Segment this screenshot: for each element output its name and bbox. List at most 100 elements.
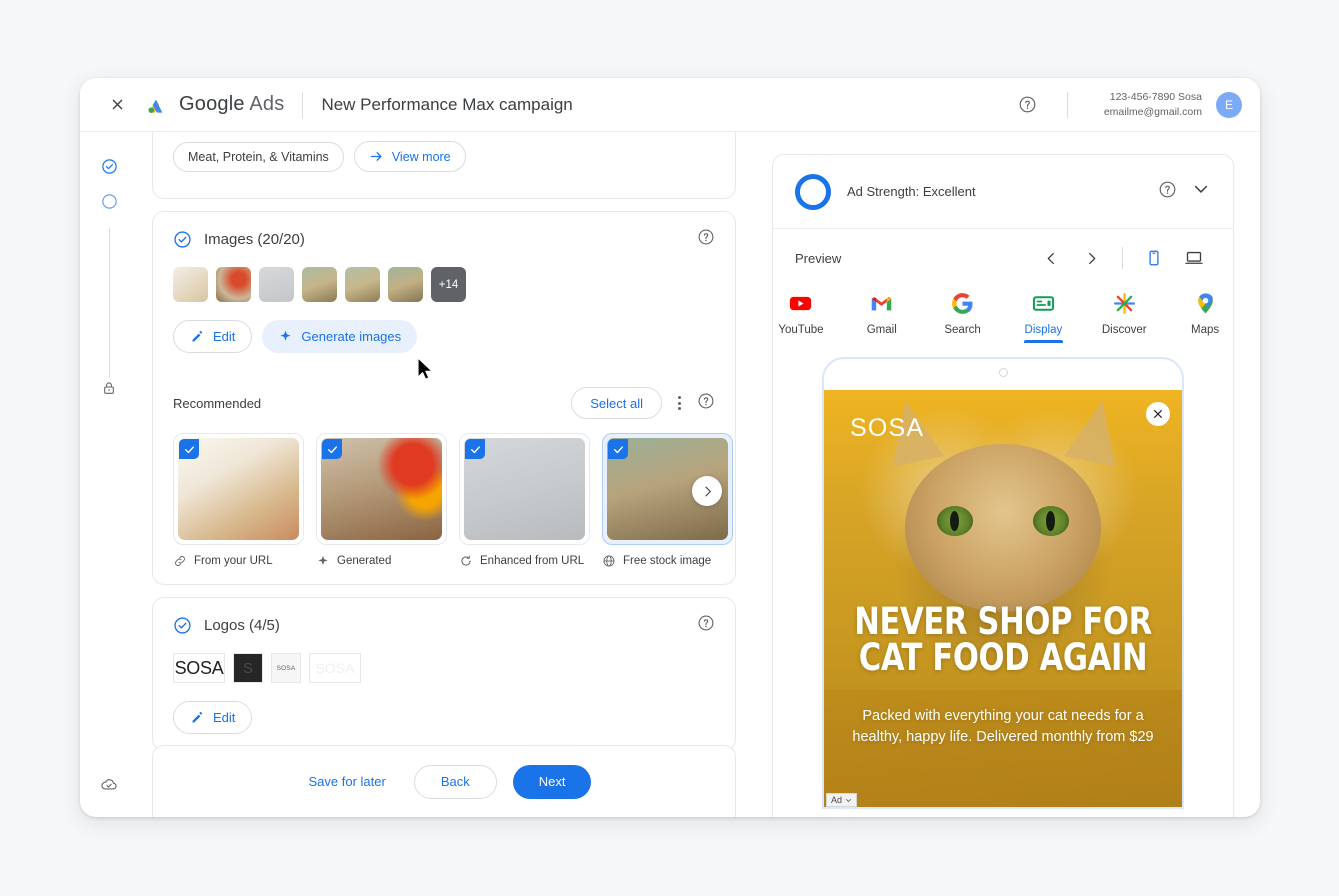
tab-gmail[interactable]: Gmail bbox=[854, 291, 910, 343]
chevron-right-icon bbox=[704, 486, 711, 496]
edit-images-label: Edit bbox=[213, 329, 236, 344]
preview-controls-row: Preview bbox=[773, 229, 1233, 287]
edit-images-button[interactable]: Edit bbox=[173, 320, 253, 353]
images-actions: Edit Generate images bbox=[173, 320, 715, 353]
link-icon bbox=[175, 556, 185, 566]
generate-images-button[interactable]: Generate images bbox=[262, 320, 418, 353]
preview-prev-button[interactable] bbox=[1034, 241, 1068, 275]
logos-title: Logos (4/5) bbox=[204, 617, 280, 634]
recommended-checkbox-0[interactable] bbox=[179, 439, 199, 459]
account-email: emailme@gmail.com bbox=[1103, 105, 1202, 118]
thumb-cat-bowl-1[interactable] bbox=[302, 267, 337, 302]
edit-logos-button[interactable]: Edit bbox=[173, 701, 253, 734]
ad-badge-label: Ad bbox=[831, 795, 843, 805]
google-g-icon bbox=[952, 293, 973, 314]
close-button[interactable] bbox=[100, 88, 134, 122]
recommended-checkbox-2[interactable] bbox=[465, 439, 485, 459]
thumb-cat-bowl-3[interactable] bbox=[388, 267, 423, 302]
save-for-later-button[interactable]: Save for later bbox=[297, 774, 398, 789]
recommended-card-2[interactable]: Enhanced from URL bbox=[459, 433, 590, 568]
help-circle-icon bbox=[698, 615, 714, 631]
circle-outline-icon bbox=[101, 194, 117, 209]
footer-action-bar: Save for later Back Next bbox=[152, 745, 736, 817]
cloud-done-icon bbox=[101, 779, 117, 790]
recommended-checkbox-3[interactable] bbox=[608, 439, 628, 459]
recommended-caption-3: Free stock image bbox=[602, 554, 733, 568]
discover-icon bbox=[1113, 292, 1135, 315]
images-help-button[interactable] bbox=[697, 228, 715, 251]
audience-card-partial: Meat, Protein, & Vitamins View more bbox=[152, 132, 736, 199]
recommended-thumb-1[interactable] bbox=[316, 433, 447, 545]
recommended-caption-text-3: Free stock image bbox=[623, 555, 712, 567]
chevron-down-icon bbox=[1194, 185, 1208, 193]
tab-youtube[interactable]: YouTube bbox=[773, 291, 829, 343]
view-more-button[interactable]: View more bbox=[353, 141, 466, 172]
recommended-help-button[interactable] bbox=[697, 392, 715, 415]
ad-strength-actions bbox=[1158, 179, 1211, 204]
recommended-caption-text-1: Generated bbox=[337, 555, 392, 567]
more-vert-icon[interactable] bbox=[672, 390, 687, 416]
step-current[interactable] bbox=[80, 193, 138, 210]
main-content: Meat, Protein, & Vitamins View more Imag… bbox=[138, 132, 1260, 817]
step-completed[interactable] bbox=[80, 158, 138, 175]
ad-disclosure-badge[interactable]: Ad bbox=[826, 793, 858, 807]
back-button[interactable]: Back bbox=[413, 764, 497, 799]
page-title: New Performance Max campaign bbox=[321, 94, 573, 114]
select-all-button[interactable]: Select all bbox=[571, 387, 662, 419]
check-icon bbox=[327, 445, 337, 453]
ad-close-button[interactable] bbox=[1146, 402, 1170, 426]
images-overflow-count[interactable]: +14 bbox=[431, 267, 466, 302]
carousel-next-button[interactable] bbox=[692, 476, 722, 506]
thumb-cat-peppers[interactable] bbox=[216, 267, 251, 302]
ad-strength-help-button[interactable] bbox=[1158, 180, 1177, 204]
maps-pin-icon bbox=[1197, 293, 1213, 314]
check-circle-icon bbox=[174, 231, 191, 248]
recommended-card-1[interactable]: Generated bbox=[316, 433, 447, 568]
pencil-icon bbox=[192, 711, 203, 723]
recommended-checkbox-1[interactable] bbox=[322, 439, 342, 459]
tab-display[interactable]: Display bbox=[1016, 291, 1072, 343]
recommended-label: Recommended bbox=[173, 395, 262, 411]
category-chip[interactable]: Meat, Protein, & Vitamins bbox=[173, 141, 344, 172]
logo-tile-2[interactable]: SOSA bbox=[271, 653, 301, 683]
arrow-right-icon bbox=[370, 152, 382, 161]
ad-strength-label: Ad Strength: Excellent bbox=[847, 184, 976, 199]
ad-creative[interactable]: SOSA NEVER SHOP FOR CAT FOOD AGAIN Packe… bbox=[824, 390, 1182, 807]
ad-strength-collapse-button[interactable] bbox=[1191, 179, 1211, 204]
recommended-card-0[interactable]: From your URL bbox=[173, 433, 304, 568]
app-header: Google Ads New Performance Max campaign … bbox=[80, 78, 1260, 132]
recommended-actions: Select all bbox=[571, 387, 715, 419]
thumb-cans-stack[interactable] bbox=[259, 267, 294, 302]
globe-icon bbox=[603, 555, 615, 567]
brand-ads: Ads bbox=[249, 93, 285, 115]
tab-label-display: Display bbox=[1024, 324, 1063, 336]
logos-help-button[interactable] bbox=[697, 614, 715, 637]
chevron-left-icon bbox=[1047, 252, 1054, 264]
device-desktop-button[interactable] bbox=[1177, 241, 1211, 275]
logos-actions: Edit bbox=[173, 701, 715, 734]
preview-next-button[interactable] bbox=[1074, 241, 1108, 275]
cat-ear-right bbox=[1064, 395, 1128, 467]
recommended-thumb-0[interactable] bbox=[173, 433, 304, 545]
tab-maps[interactable]: Maps bbox=[1177, 291, 1233, 343]
logo-tile-3[interactable]: SOSA bbox=[309, 653, 361, 683]
device-mobile-button[interactable] bbox=[1137, 241, 1171, 275]
preview-label: Preview bbox=[795, 250, 842, 266]
thumb-cat-bowl-2[interactable] bbox=[345, 267, 380, 302]
next-button[interactable]: Next bbox=[512, 764, 592, 799]
device-divider bbox=[1122, 247, 1123, 269]
thumb-shelf-bag[interactable] bbox=[173, 267, 208, 302]
tab-search[interactable]: Search bbox=[935, 291, 991, 343]
check-icon bbox=[470, 445, 480, 453]
avatar[interactable]: E bbox=[1216, 91, 1242, 118]
tab-discover[interactable]: Discover bbox=[1096, 291, 1152, 343]
help-circle-icon bbox=[1019, 96, 1036, 113]
recommended-thumb-2[interactable] bbox=[459, 433, 590, 545]
recommended-carousel: From your URL Generated Enhanced from UR… bbox=[173, 433, 733, 568]
logo-tile-0[interactable]: SOSA bbox=[173, 653, 225, 683]
header-help-button[interactable] bbox=[1011, 88, 1045, 122]
logo-tile-1[interactable]: S bbox=[233, 653, 263, 683]
preview-panel: Ad Strength: Excellent Preview YouTube G… bbox=[772, 154, 1234, 817]
help-circle-icon bbox=[1159, 181, 1176, 197]
step-locked bbox=[80, 380, 138, 396]
